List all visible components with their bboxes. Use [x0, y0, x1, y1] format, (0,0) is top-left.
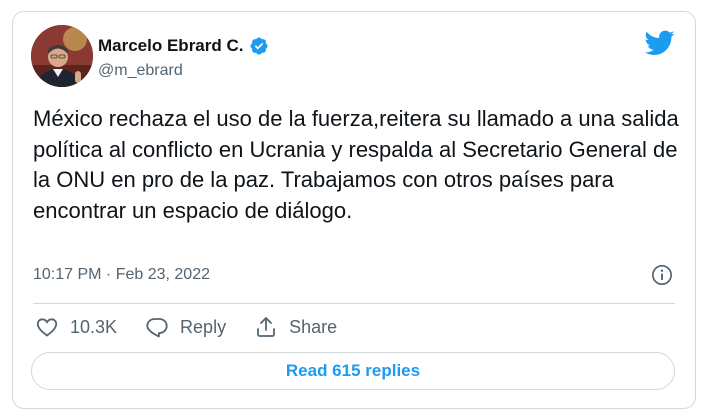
- tweet-card: Marcelo Ebrard C. @m_ebrard México recha…: [12, 11, 696, 409]
- like-count: 10.3K: [70, 316, 118, 337]
- read-replies-button[interactable]: Read 615 replies: [31, 352, 675, 390]
- twitter-bird-icon[interactable]: [644, 30, 675, 56]
- author-name-row: Marcelo Ebrard C.: [98, 36, 269, 56]
- tweet-actions: 10.3K Reply Share: [35, 315, 365, 339]
- tweet-text: México rechaza el uso de la fuerza,reite…: [33, 106, 679, 223]
- author-handle[interactable]: @m_ebrard: [98, 62, 183, 80]
- reply-label: Reply: [180, 316, 227, 337]
- like-button[interactable]: 10.3K: [35, 315, 117, 339]
- avatar[interactable]: [31, 25, 93, 87]
- author-name[interactable]: Marcelo Ebrard C.: [98, 36, 244, 56]
- reply-icon: [146, 318, 168, 338]
- share-icon: [257, 317, 275, 337]
- heart-icon: [36, 318, 58, 337]
- share-label: Share: [289, 316, 338, 337]
- verified-badge-icon: [249, 36, 269, 56]
- reply-button[interactable]: Reply: [145, 315, 226, 339]
- tweet-timestamp[interactable]: 10:17 PM · Feb 23, 2022: [33, 266, 210, 284]
- info-icon[interactable]: [651, 264, 673, 286]
- share-button[interactable]: Share: [254, 315, 337, 339]
- divider: [33, 303, 675, 304]
